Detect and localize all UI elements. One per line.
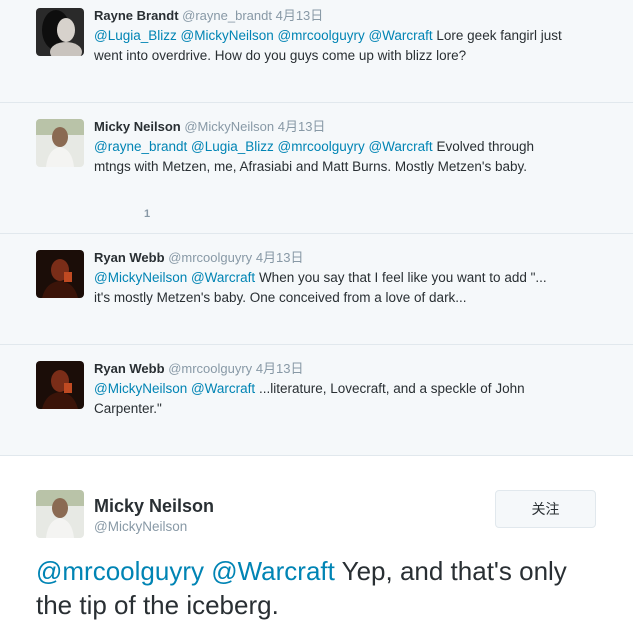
conversation-thread: Rayne Brandt @rayne_brandt 4月13日 @Lugia_… bbox=[0, 0, 633, 456]
avatar[interactable] bbox=[36, 8, 84, 56]
tweet-mentions[interactable]: @MickyNeilson @Warcraft bbox=[94, 381, 255, 396]
author-name[interactable]: Ryan Webb bbox=[94, 250, 165, 265]
author-handle[interactable]: @MickyNeilson bbox=[94, 519, 187, 534]
author-name[interactable]: Rayne Brandt bbox=[94, 8, 179, 23]
tweet-mentions[interactable]: @rayne_brandt @Lugia_Blizz @mrcoolguyry … bbox=[94, 139, 433, 154]
tweet-mentions[interactable]: @mrcoolguyry @Warcraft bbox=[36, 556, 335, 586]
focused-tweet: Micky Neilson @MickyNeilson 关注 @mrcoolgu… bbox=[0, 466, 633, 629]
tweet-mentions[interactable]: @Lugia_Blizz @MickyNeilson @mrcoolguyry … bbox=[94, 28, 433, 43]
avatar[interactable] bbox=[36, 490, 84, 538]
avatar[interactable] bbox=[36, 250, 84, 298]
tweet-timestamp[interactable]: 4月13日 bbox=[256, 361, 304, 376]
tweet-text: @mrcoolguyry @Warcraft Yep, and that's o… bbox=[36, 554, 606, 622]
tweet-timestamp[interactable]: 4月13日 bbox=[278, 119, 326, 134]
tweet-item[interactable]: Rayne Brandt @rayne_brandt 4月13日 @Lugia_… bbox=[0, 0, 633, 102]
avatar[interactable] bbox=[36, 361, 84, 409]
divider bbox=[0, 455, 633, 456]
author-handle[interactable]: @MickyNeilson bbox=[184, 119, 274, 134]
tweet-item[interactable]: Micky Neilson @MickyNeilson 4月13日 @rayne… bbox=[0, 103, 633, 233]
tweet-item[interactable]: Ryan Webb @mrcoolguyry 4月13日 @MickyNeils… bbox=[0, 345, 633, 455]
tweet-text: @MickyNeilson @Warcraft ...literature, L… bbox=[94, 379, 564, 419]
tweet-item[interactable]: Ryan Webb @mrcoolguyry 4月13日 @MickyNeils… bbox=[0, 234, 633, 344]
author-name[interactable]: Micky Neilson bbox=[94, 496, 214, 517]
tweet-text: @MickyNeilson @Warcraft When you say tha… bbox=[94, 268, 564, 308]
tweet-text: @rayne_brandt @Lugia_Blizz @mrcoolguyry … bbox=[94, 137, 564, 177]
avatar[interactable] bbox=[36, 119, 84, 167]
author-handle[interactable]: @mrcoolguyry bbox=[168, 361, 252, 376]
author-name[interactable]: Micky Neilson bbox=[94, 119, 181, 134]
follow-button[interactable]: 关注 bbox=[495, 490, 596, 528]
retweet-count[interactable]: 1 bbox=[144, 208, 150, 220]
tweet-timestamp[interactable]: 4月13日 bbox=[256, 250, 304, 265]
tweet-text: @Lugia_Blizz @MickyNeilson @mrcoolguyry … bbox=[94, 26, 564, 66]
tweet-timestamp[interactable]: 4月13日 bbox=[276, 8, 324, 23]
tweet-mentions[interactable]: @MickyNeilson @Warcraft bbox=[94, 270, 255, 285]
author-handle[interactable]: @mrcoolguyry bbox=[168, 250, 252, 265]
author-handle[interactable]: @rayne_brandt bbox=[182, 8, 272, 23]
author-name[interactable]: Ryan Webb bbox=[94, 361, 165, 376]
